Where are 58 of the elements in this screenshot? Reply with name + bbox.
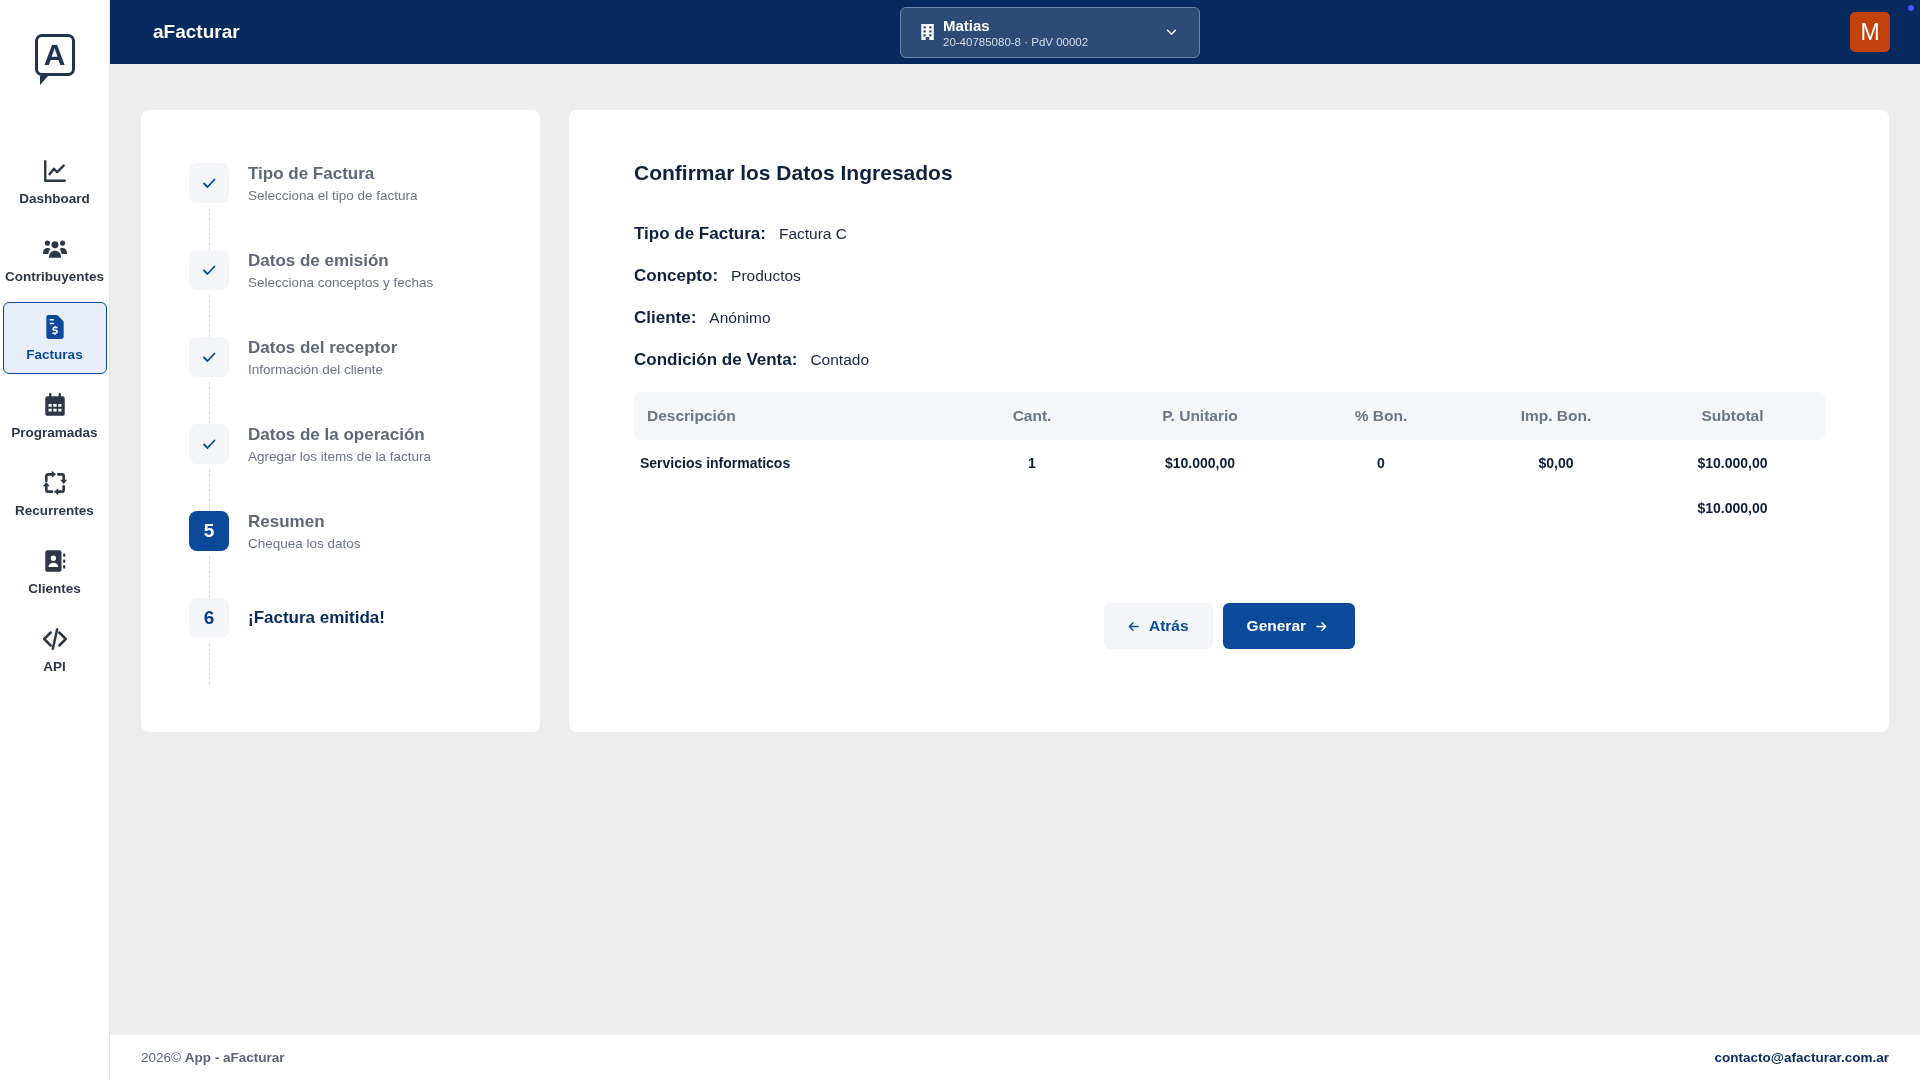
table-cell: $0,00 bbox=[1538, 455, 1574, 471]
column-header: % Bon. bbox=[1354, 407, 1408, 425]
column-header: Subtotal bbox=[1701, 407, 1764, 425]
nav-item[interactable]: Contribuyentes bbox=[2, 224, 107, 296]
line-chart-icon bbox=[41, 158, 68, 184]
arrow-left-icon bbox=[1127, 620, 1139, 632]
app-logo: A bbox=[34, 34, 75, 86]
field-value: Anónimo bbox=[709, 308, 771, 328]
back-button[interactable]: Atrás bbox=[1103, 603, 1213, 649]
contact-email-link[interactable]: contacto@afacturar.com.ar bbox=[1714, 1050, 1889, 1065]
section-title: Confirmar los Datos Ingresados bbox=[634, 160, 954, 186]
field-label: Tipo de Factura: bbox=[634, 223, 766, 245]
step-subtitle: Chequea los datos bbox=[248, 535, 362, 551]
field-label: Condición de Venta: bbox=[634, 349, 798, 371]
next-button[interactable]: Generar bbox=[1222, 603, 1356, 649]
field-label: Concepto: bbox=[634, 265, 719, 287]
step-title: Datos de la operación bbox=[248, 424, 426, 445]
total-amount: $10.000,00 bbox=[1697, 499, 1768, 516]
step-title: Tipo de Factura bbox=[248, 163, 376, 184]
nav-item[interactable]: Clientes bbox=[2, 536, 107, 608]
table-cell: $10.000,00 bbox=[1164, 455, 1236, 471]
step-number: 5 bbox=[189, 511, 229, 551]
step-number: 6 bbox=[189, 598, 229, 638]
step-subtitle: Información del cliente bbox=[248, 361, 385, 377]
step-subtitle: Agregar los items de la factura bbox=[248, 448, 433, 464]
table-cell-text: Servicios informaticos bbox=[639, 455, 791, 471]
building-icon bbox=[921, 24, 934, 40]
arrow-right-icon bbox=[1316, 620, 1328, 632]
app-title: aFacturar bbox=[153, 21, 240, 43]
nav-item[interactable]: Programadas bbox=[2, 380, 107, 452]
step-title: Resumen bbox=[248, 511, 326, 532]
field-value: Productos bbox=[731, 266, 801, 286]
step-title: ¡Factura emitida! bbox=[248, 608, 386, 628]
user-avatar[interactable]: M bbox=[1850, 12, 1890, 52]
field-value: Factura C bbox=[778, 224, 847, 244]
nav-item[interactable]: Recurrentes bbox=[2, 458, 107, 530]
table-cell: 1 bbox=[1028, 455, 1036, 471]
column-header: Imp. Bon. bbox=[1520, 407, 1592, 425]
rotating-arrows-icon bbox=[41, 470, 68, 496]
nav-item[interactable]: Dashboard bbox=[2, 146, 107, 218]
field-value: Contado bbox=[810, 350, 869, 370]
step-title: Datos de emisión bbox=[248, 250, 390, 271]
table-cell: $10.000,00 bbox=[1697, 455, 1768, 471]
nav-item[interactable]: API bbox=[2, 614, 107, 686]
code-icon bbox=[41, 626, 68, 652]
column-header: P. Unitario bbox=[1162, 407, 1238, 425]
step-title: Datos del receptor bbox=[248, 337, 399, 358]
field-label: Cliente: bbox=[634, 307, 697, 329]
column-header: Descripción bbox=[646, 407, 736, 425]
chevron-down-icon bbox=[1166, 28, 1177, 36]
step-subtitle: Selecciona conceptos y fechas bbox=[248, 274, 435, 290]
table-cell: 0 bbox=[1377, 455, 1385, 471]
status-dot-icon bbox=[1908, 5, 1914, 11]
column-header: Cant. bbox=[1012, 407, 1052, 425]
nav-item[interactable]: Facturas bbox=[2, 302, 107, 374]
account-selector[interactable]: Matias 20-40785080-8 · PdV 00002 bbox=[900, 6, 1200, 58]
copyright-text: 2026© App - aFacturar bbox=[141, 1050, 285, 1065]
step-subtitle: Selecciona el tipo de factura bbox=[248, 187, 419, 203]
